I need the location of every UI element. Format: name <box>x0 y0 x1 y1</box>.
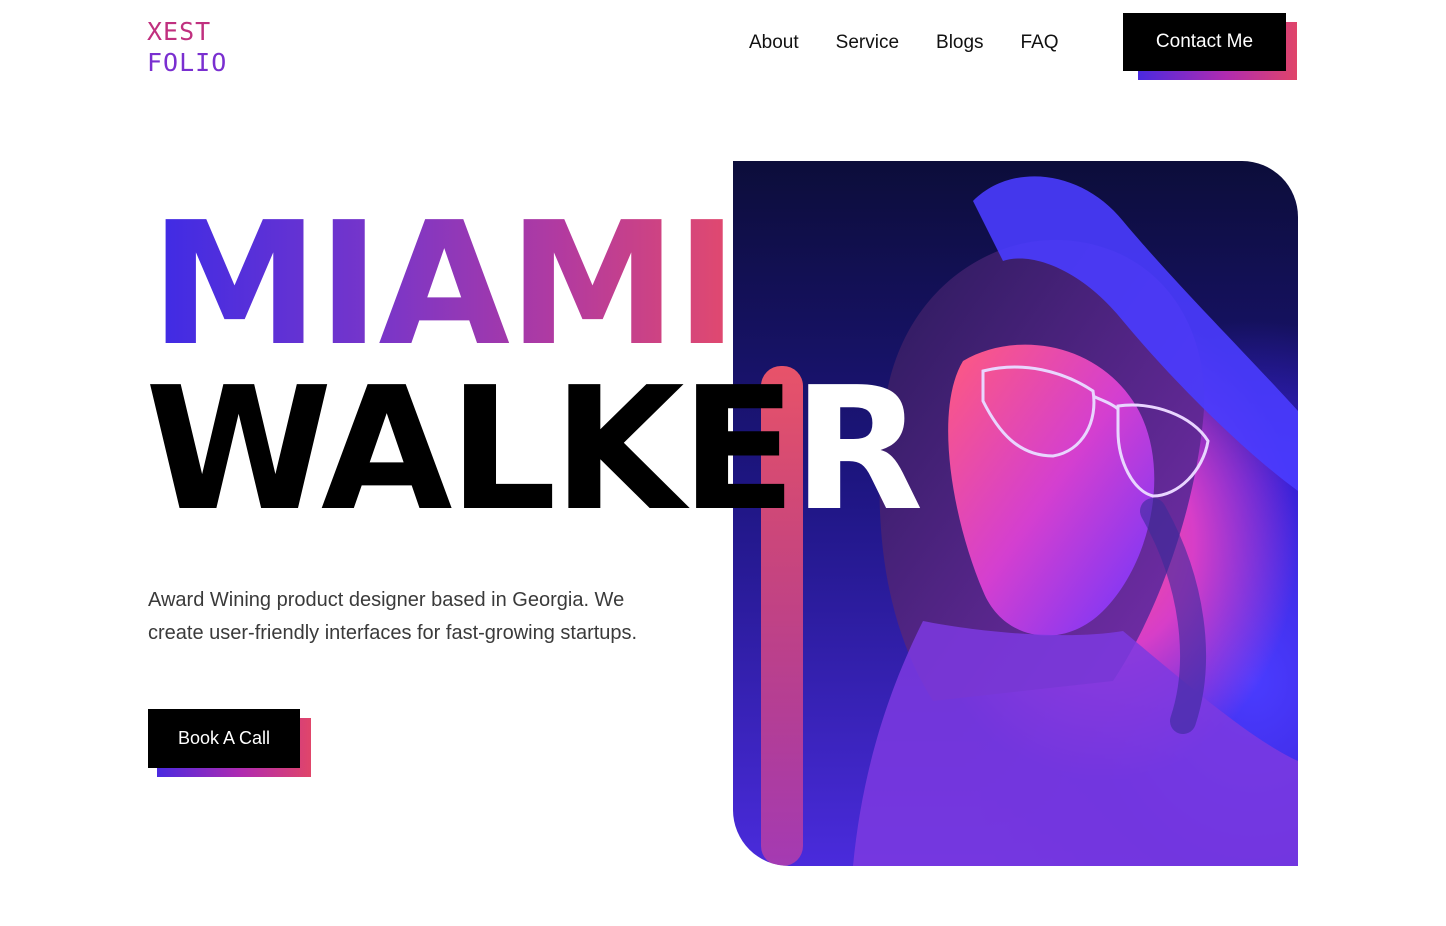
logo[interactable]: XEST FOLIO <box>147 16 237 78</box>
main-nav: About Service Blogs FAQ <box>749 31 1059 55</box>
hero-tagline: Award Wining product designer based in G… <box>148 584 708 650</box>
nav-blogs[interactable]: Blogs <box>936 31 984 55</box>
logo-line-2: FOLIO <box>147 48 228 77</box>
hero-last-name-tail: R <box>792 351 924 549</box>
logo-line-1: XEST <box>147 17 212 46</box>
nav-service[interactable]: Service <box>836 31 899 55</box>
nav-faq[interactable]: FAQ <box>1021 31 1059 55</box>
hero-tagline-line-2: create user-friendly interfaces for fast… <box>148 622 638 644</box>
nav-about[interactable]: About <box>749 31 799 55</box>
hero-last-name: WALKER <box>145 365 924 535</box>
book-call-button-group: Book A Call <box>148 709 312 777</box>
contact-me-button[interactable]: Contact Me <box>1123 13 1286 71</box>
hero-tagline-line-1: Award Wining product designer based in G… <box>148 589 625 611</box>
hero-last-name-main: WALKE <box>145 351 797 549</box>
contact-button-group: Contact Me <box>1123 13 1298 81</box>
hero-first-name: MIAMI <box>150 186 738 384</box>
book-a-call-button[interactable]: Book A Call <box>148 709 300 768</box>
